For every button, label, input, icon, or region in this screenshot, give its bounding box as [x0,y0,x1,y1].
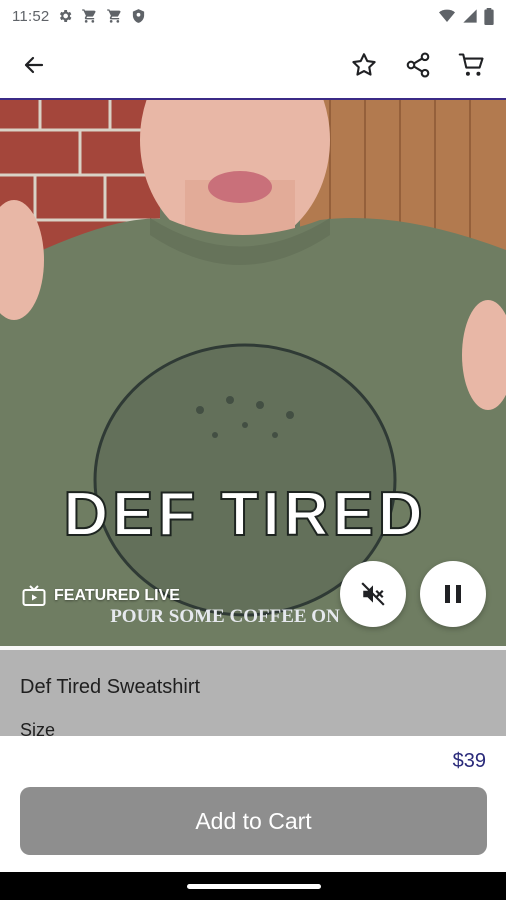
battery-icon [484,7,494,25]
cart-icon [82,9,97,23]
purchase-footer: $39 Add to Cart [0,736,506,872]
pause-icon [445,585,461,603]
share-button[interactable] [400,47,436,83]
gear-icon [60,10,72,22]
sheet-divider [0,646,506,650]
video-frame-image: DEF TIRED POUR SOME COFFEE ON [0,100,506,646]
shirt-print-subtitle: POUR SOME COFFEE ON [110,606,340,627]
product-title: Def Tired Sweatshirt [20,676,201,698]
status-time: 11:52 [12,7,50,25]
add-to-cart-button[interactable]: Add to Cart [20,787,487,855]
shirt-print-title: DEF TIRED [63,480,426,549]
featured-live-badge: FEATURED LIVE [22,585,180,607]
wifi-icon [439,9,455,22]
signal-icon [463,9,477,23]
cart-icon [107,9,122,23]
app-bar [0,32,506,98]
shield-icon [133,9,145,23]
status-system-icons [438,7,494,25]
status-notification-icons [57,8,146,24]
arrow-left-icon [24,56,44,74]
mute-toggle-button[interactable] [340,561,406,627]
live-video-player[interactable]: DEF TIRED POUR SOME COFFEE ON [0,100,506,646]
cart-button[interactable] [454,47,490,83]
volume-off-icon [361,582,385,606]
system-navigation-bar [0,872,506,900]
star-icon [352,53,376,76]
status-bar: 11:52 [0,0,506,32]
pause-button[interactable] [420,561,486,627]
back-button[interactable] [16,47,52,83]
favorite-button[interactable] [346,47,382,83]
share-icon [406,52,430,78]
app-bar-actions [346,47,490,83]
featured-live-label: FEATURED LIVE [54,587,180,604]
product-price: $39 [452,750,486,772]
live-tv-icon [22,585,46,606]
size-label: Size [20,720,56,736]
product-details-sheet: Def Tired Sweatshirt Size [0,646,506,736]
home-gesture-handle[interactable] [187,884,321,889]
cart-icon [458,53,484,76]
